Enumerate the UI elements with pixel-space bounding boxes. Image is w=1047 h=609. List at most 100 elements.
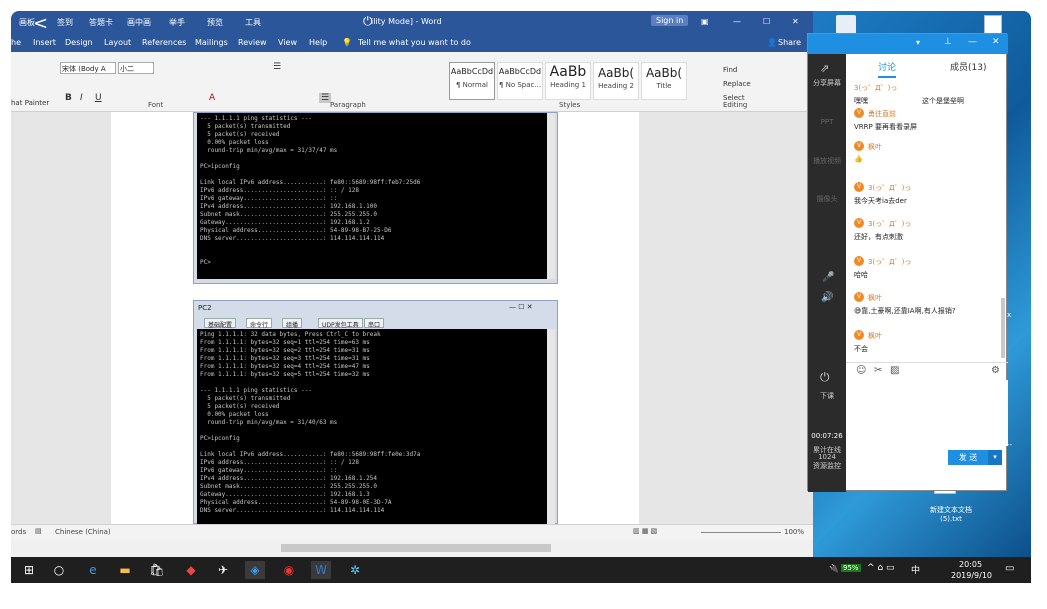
sign-in-button[interactable]: Sign in: [651, 15, 689, 26]
pc2-scrollbar[interactable]: [547, 329, 555, 525]
zoom-level[interactable]: 100%: [784, 528, 804, 536]
resource-monitor-label[interactable]: 资源监控: [809, 461, 845, 471]
tab-members[interactable]: 成员(13): [950, 60, 986, 73]
style-normal[interactable]: AaBbCcDd ¶ Normal: [449, 62, 495, 100]
tab-layout[interactable]: Layout: [104, 38, 131, 47]
pc2-window-controls[interactable]: — ☐ ✕: [509, 303, 533, 311]
send-options-icon[interactable]: ▾: [988, 450, 1002, 465]
replace-button[interactable]: Replace: [723, 80, 751, 88]
qat-item[interactable]: 签到: [57, 17, 73, 28]
clock-date[interactable]: 2019/9/10: [951, 571, 992, 580]
pc1-console[interactable]: --- 1.1.1.1 ping statistics --- 5 packet…: [197, 113, 547, 279]
italic-icon[interactable]: I: [80, 93, 83, 103]
store-icon[interactable]: 🛍: [147, 561, 167, 579]
clock-time[interactable]: 20:05: [959, 560, 982, 569]
panel-settings-icon[interactable]: ▾: [916, 38, 920, 47]
qat-item[interactable]: 工具: [245, 17, 261, 28]
scroll-thumb[interactable]: [281, 544, 551, 552]
gear-icon[interactable]: ⚙: [991, 365, 1000, 376]
font-size-select[interactable]: 小二: [118, 62, 154, 74]
tab-mailings[interactable]: Mailings: [195, 38, 228, 47]
camera-label[interactable]: 摄像头: [811, 194, 843, 204]
tab-insert[interactable]: Insert: [33, 38, 56, 47]
app-icon-4[interactable]: ✲: [345, 561, 365, 579]
battery-icon[interactable]: 🔌: [829, 564, 839, 573]
tab-discussion[interactable]: 讨论: [878, 60, 897, 78]
share-screen-icon[interactable]: ⇗: [820, 62, 829, 75]
image-icon[interactable]: ▨: [890, 365, 899, 376]
chat-input[interactable]: [846, 380, 1008, 446]
end-class-label[interactable]: 下课: [811, 391, 843, 401]
emoji-icon[interactable]: ☺: [856, 365, 866, 376]
bold-icon[interactable]: B: [65, 93, 72, 103]
view-buttons[interactable]: ▥ ▦ ▧: [633, 527, 657, 535]
windows-start-icon[interactable]: ⊞: [19, 561, 39, 579]
format-painter[interactable]: hat Painter: [11, 99, 49, 107]
font-color-icon[interactable]: A: [209, 93, 215, 103]
style-heading-2[interactable]: AaBb( Heading 2: [593, 62, 639, 100]
pc2-tab-multicast[interactable]: 组播: [282, 318, 303, 329]
tab-home[interactable]: he: [11, 38, 21, 47]
font-name-select[interactable]: 宋体 (Body A: [60, 62, 116, 74]
style-no-spacing[interactable]: AaBbCcDd ¶ No Spac...: [497, 62, 543, 100]
tab-view[interactable]: View: [278, 38, 297, 47]
panel-close-icon[interactable]: ✕: [992, 37, 1000, 47]
style-title[interactable]: AaBb( Title: [641, 62, 687, 100]
share-screen-label[interactable]: 分享屏幕: [811, 78, 843, 88]
pc1-scrollbar[interactable]: [547, 113, 555, 279]
tab-references[interactable]: References: [142, 38, 186, 47]
qat-item[interactable]: 画板: [19, 17, 35, 28]
end-class-icon[interactable]: ⏻: [820, 370, 830, 385]
desktop-file-label[interactable]: 新建文本文档 (5).txt: [916, 505, 986, 523]
pc2-tab-basic[interactable]: 基础配置: [204, 318, 237, 329]
maximize-icon[interactable]: ☐: [763, 17, 770, 26]
scissors-icon[interactable]: ✂: [874, 365, 882, 376]
tab-help[interactable]: Help: [309, 38, 327, 47]
mic-icon[interactable]: 🎤: [822, 272, 834, 283]
record-icon[interactable]: ◉: [279, 561, 299, 579]
chat-scrollbar[interactable]: [1001, 298, 1005, 358]
minimize-icon[interactable]: —: [733, 17, 741, 26]
close-icon[interactable]: ✕: [792, 17, 799, 26]
pc2-tab-serial[interactable]: 串口: [364, 318, 385, 329]
video-label[interactable]: 播放视频: [811, 156, 843, 166]
bullets-icon[interactable]: ☰: [273, 62, 281, 72]
battery-level[interactable]: 95%: [841, 564, 861, 572]
underline-icon[interactable]: U: [95, 93, 102, 103]
ribbon-display-icon[interactable]: ▣: [701, 17, 709, 26]
app-icon-1[interactable]: ◆: [181, 561, 201, 579]
app-icon-2[interactable]: ✈: [213, 561, 233, 579]
volume-icon[interactable]: 🔊: [821, 292, 833, 303]
app-icon-3[interactable]: ◈: [245, 561, 265, 579]
share-button[interactable]: Share: [778, 38, 801, 47]
qat-item[interactable]: 答题卡: [89, 17, 113, 28]
zoom-slider[interactable]: [701, 532, 781, 533]
word-icon[interactable]: W: [311, 561, 331, 579]
pc2-tab-cmd[interactable]: 命令行: [246, 318, 273, 329]
pc2-console[interactable]: Ping 1.1.1.1: 32 data bytes, Press Ctrl_…: [197, 329, 547, 525]
qat-item[interactable]: 预览: [207, 17, 223, 28]
tab-review[interactable]: Review: [238, 38, 267, 47]
tray-icons[interactable]: ^ ⌂ ▭: [867, 563, 894, 573]
ime-indicator[interactable]: 中: [911, 563, 920, 576]
language[interactable]: Chinese (China): [55, 528, 111, 536]
tell-me-search[interactable]: Tell me what you want to do: [358, 38, 471, 47]
qat-item[interactable]: 画中画: [127, 17, 151, 28]
qat-item[interactable]: 举手: [169, 17, 185, 28]
proofing-icon[interactable]: ▤: [35, 527, 42, 535]
back-icon[interactable]: <: [33, 13, 48, 34]
style-heading-1[interactable]: AaBb Heading 1: [545, 62, 591, 100]
file-explorer-icon[interactable]: ▬: [115, 561, 135, 579]
notification-icon[interactable]: ▭: [1005, 563, 1014, 574]
pc2-tab-udp[interactable]: UDP发包工具: [318, 318, 363, 329]
find-button[interactable]: Find: [723, 66, 737, 74]
pin-icon[interactable]: ⊥: [944, 37, 952, 47]
panel-minimize-icon[interactable]: —: [968, 37, 977, 47]
edge-icon[interactable]: e: [83, 561, 103, 579]
ppt-label[interactable]: PPT: [811, 118, 843, 126]
horizontal-scrollbar[interactable]: [11, 540, 813, 557]
word-count[interactable]: ords: [11, 528, 26, 536]
tab-design[interactable]: Design: [65, 38, 93, 47]
send-button[interactable]: 发 送: [948, 450, 988, 465]
search-icon[interactable]: ○: [49, 561, 69, 579]
